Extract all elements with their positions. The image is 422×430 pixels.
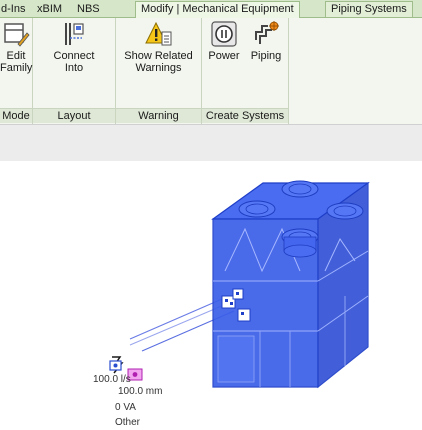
- edit-family-label-1: Edit: [6, 50, 26, 62]
- tab-xbim[interactable]: xBIM: [37, 2, 62, 16]
- panel-create-systems: Power Piping Create Systems: [202, 18, 289, 124]
- system-classification-tag: Other: [115, 417, 141, 428]
- panel-layout-title: Layout: [33, 108, 115, 123]
- edit-family-label-2: Family: [0, 62, 33, 74]
- panel-warning-title: Warning: [116, 108, 201, 123]
- piping-icon: [252, 20, 280, 48]
- electrical-connector-icon[interactable]: [109, 356, 124, 374]
- tab-nbs[interactable]: NBS: [77, 2, 100, 16]
- mechanical-equipment-model[interactable]: [0, 161, 422, 427]
- piping-label: Piping: [250, 50, 282, 62]
- connect-into-button[interactable]: Connect Into: [33, 20, 115, 74]
- power-load-tag: 0 VA: [115, 402, 136, 413]
- tab-modify-mechanical-equipment[interactable]: Modify | Mechanical Equipment: [135, 1, 300, 18]
- options-bar: [0, 124, 422, 162]
- piping-button[interactable]: Piping: [246, 20, 286, 62]
- power-label: Power: [208, 50, 240, 62]
- panel-create-systems-title: Create Systems: [202, 108, 288, 123]
- show-related-warnings-label-2: Warnings: [135, 62, 182, 74]
- show-related-warnings-label-1: Show Related: [124, 50, 193, 62]
- edit-family-button[interactable]: Edit Family: [0, 20, 32, 74]
- connect-into-label-2: Into: [64, 62, 84, 74]
- flow-tag: 100.0 l/s: [93, 374, 131, 385]
- show-related-warnings-button[interactable]: Show Related Warnings: [116, 20, 201, 74]
- connect-into-label-1: Connect: [53, 50, 95, 62]
- panel-layout: Connect Into Layout: [33, 18, 116, 124]
- edit-family-icon: [2, 20, 30, 48]
- ribbon-panel-area: Edit Family Mode Connect Into Layout Sho…: [0, 18, 422, 124]
- tab-add-ins[interactable]: d-Ins: [1, 2, 25, 16]
- warning-icon: [144, 20, 173, 48]
- connect-into-icon: [60, 20, 88, 48]
- power-button[interactable]: Power: [204, 20, 244, 62]
- pipe-size-tag: 100.0 mm: [118, 386, 163, 397]
- panel-mode: Edit Family Mode: [0, 18, 33, 124]
- panel-warning: Show Related Warnings Warning: [116, 18, 202, 124]
- power-icon: [210, 20, 238, 48]
- tab-piping-systems[interactable]: Piping Systems: [325, 1, 413, 17]
- ribbon-tab-bar: d-Ins xBIM NBS Modify | Mechanical Equip…: [0, 0, 422, 18]
- drawing-canvas[interactable]: 100.0 l/s 100.0 mm 0 VA Other: [0, 161, 422, 428]
- panel-mode-title: Mode: [0, 108, 32, 123]
